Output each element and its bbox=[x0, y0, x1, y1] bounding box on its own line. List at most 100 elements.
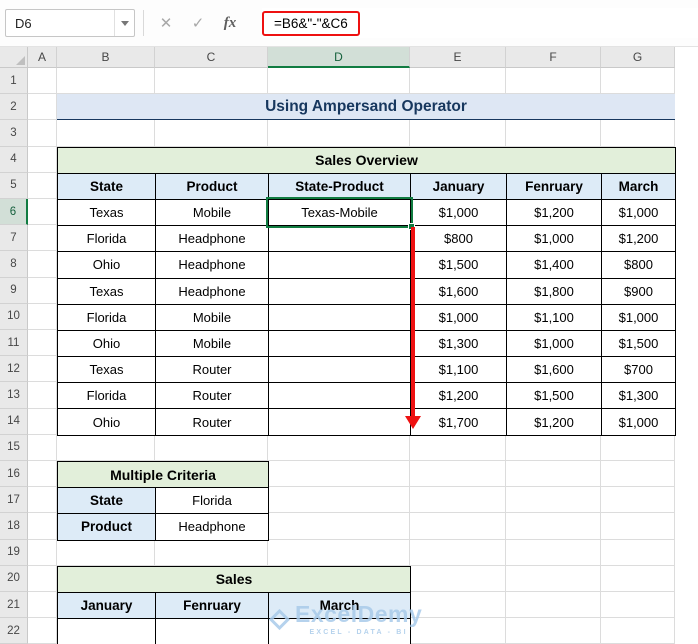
cancel-icon[interactable]: ✕ bbox=[150, 14, 182, 32]
row-header-4[interactable]: 4 bbox=[0, 146, 28, 173]
cell-E21[interactable] bbox=[410, 592, 506, 619]
cell-B17[interactable]: State bbox=[57, 487, 156, 515]
cell-G10[interactable]: $1,000 bbox=[601, 303, 676, 331]
cell-E8[interactable]: $1,500 bbox=[410, 251, 507, 279]
row-header-5[interactable]: 5 bbox=[0, 172, 28, 199]
row-header-1[interactable]: 1 bbox=[0, 68, 28, 95]
cell-D9[interactable] bbox=[268, 277, 411, 305]
cell-G22[interactable] bbox=[601, 618, 675, 644]
cell-G1[interactable] bbox=[601, 68, 675, 95]
cell-F10[interactable]: $1,100 bbox=[506, 303, 602, 331]
cell-E16[interactable] bbox=[410, 461, 506, 488]
cell-C19[interactable] bbox=[155, 539, 268, 566]
cell-C9[interactable]: Headphone bbox=[155, 277, 269, 305]
cell-B11[interactable]: Ohio bbox=[57, 329, 156, 358]
cell-F1[interactable] bbox=[506, 68, 601, 95]
cell-G15[interactable] bbox=[601, 434, 675, 461]
column-header-D[interactable]: D bbox=[268, 47, 410, 68]
cell-G7[interactable]: $1,200 bbox=[601, 225, 676, 253]
cell-E10[interactable]: $1,000 bbox=[410, 303, 507, 331]
cell-B4[interactable]: Sales Overview bbox=[57, 146, 676, 174]
cell-A16[interactable] bbox=[28, 461, 57, 488]
cell-E5[interactable]: January bbox=[410, 172, 507, 200]
row-header-17[interactable]: 17 bbox=[0, 487, 28, 514]
cell-C8[interactable]: Headphone bbox=[155, 251, 269, 279]
cell-B18[interactable]: Product bbox=[57, 513, 156, 541]
cell-F14[interactable]: $1,200 bbox=[506, 408, 602, 436]
cell-G20[interactable] bbox=[601, 565, 675, 592]
cell-C11[interactable]: Mobile bbox=[155, 329, 269, 358]
fill-handle[interactable] bbox=[408, 223, 415, 231]
cell-F3[interactable] bbox=[506, 120, 601, 147]
cell-E18[interactable] bbox=[410, 513, 506, 540]
name-box[interactable]: D6 bbox=[5, 9, 135, 37]
cell-A1[interactable] bbox=[28, 68, 57, 95]
cell-E12[interactable]: $1,100 bbox=[410, 356, 507, 384]
cell-F5[interactable]: Fenruary bbox=[506, 172, 602, 200]
cell-D19[interactable] bbox=[268, 539, 410, 566]
row-header-16[interactable]: 16 bbox=[0, 461, 28, 488]
cell-C14[interactable]: Router bbox=[155, 408, 269, 436]
cell-D8[interactable] bbox=[268, 251, 411, 279]
cell-A18[interactable] bbox=[28, 513, 57, 540]
cell-F6[interactable]: $1,200 bbox=[506, 198, 602, 227]
cell-A12[interactable] bbox=[28, 356, 57, 383]
row-header-8[interactable]: 8 bbox=[0, 251, 28, 278]
cell-F9[interactable]: $1,800 bbox=[506, 277, 602, 305]
cell-D14[interactable] bbox=[268, 408, 411, 436]
cell-A20[interactable] bbox=[28, 565, 57, 592]
insert-function-icon[interactable]: fx bbox=[214, 15, 246, 32]
cell-F15[interactable] bbox=[506, 434, 601, 461]
cell-A21[interactable] bbox=[28, 592, 57, 619]
cell-G18[interactable] bbox=[601, 513, 675, 540]
cell-C18[interactable]: Headphone bbox=[155, 513, 269, 541]
cell-F18[interactable] bbox=[506, 513, 601, 540]
cell-B16[interactable]: Multiple Criteria bbox=[57, 460, 269, 489]
cell-B7[interactable]: Florida bbox=[57, 225, 156, 253]
cell-D6[interactable]: Texas-Mobile bbox=[268, 198, 411, 227]
cell-E9[interactable]: $1,600 bbox=[410, 277, 507, 305]
cell-B15[interactable] bbox=[57, 434, 155, 461]
cell-A19[interactable] bbox=[28, 539, 57, 566]
cell-D17[interactable] bbox=[268, 487, 410, 514]
cell-E3[interactable] bbox=[410, 120, 506, 147]
cell-G8[interactable]: $800 bbox=[601, 251, 676, 279]
cell-F7[interactable]: $1,000 bbox=[506, 225, 602, 253]
cell-D11[interactable] bbox=[268, 329, 411, 358]
enter-icon[interactable]: ✓ bbox=[182, 14, 214, 32]
cell-B10[interactable]: Florida bbox=[57, 303, 156, 331]
cell-C3[interactable] bbox=[155, 120, 268, 147]
cell-A2[interactable] bbox=[28, 94, 57, 121]
cell-A11[interactable] bbox=[28, 330, 57, 357]
cell-D1[interactable] bbox=[268, 68, 410, 95]
row-header-7[interactable]: 7 bbox=[0, 225, 28, 252]
cell-A8[interactable] bbox=[28, 251, 57, 278]
column-header-B[interactable]: B bbox=[57, 47, 155, 68]
cell-E11[interactable]: $1,300 bbox=[410, 329, 507, 358]
cell-D15[interactable] bbox=[268, 434, 410, 461]
cell-C6[interactable]: Mobile bbox=[155, 198, 269, 227]
column-header-F[interactable]: F bbox=[506, 47, 601, 68]
row-header-18[interactable]: 18 bbox=[0, 513, 28, 540]
cell-A7[interactable] bbox=[28, 225, 57, 252]
cell-C12[interactable]: Router bbox=[155, 356, 269, 384]
row-header-12[interactable]: 12 bbox=[0, 356, 28, 383]
cell-B8[interactable]: Ohio bbox=[57, 251, 156, 279]
cell-A22[interactable] bbox=[28, 618, 57, 644]
cell-F21[interactable] bbox=[506, 592, 601, 619]
cell-A17[interactable] bbox=[28, 487, 57, 514]
cell-A10[interactable] bbox=[28, 303, 57, 330]
cell-G11[interactable]: $1,500 bbox=[601, 329, 676, 358]
cell-F13[interactable]: $1,500 bbox=[506, 382, 602, 410]
cell-F16[interactable] bbox=[506, 461, 601, 488]
cell-G9[interactable]: $900 bbox=[601, 277, 676, 305]
cell-B21[interactable]: January bbox=[57, 591, 156, 620]
cell-F11[interactable]: $1,000 bbox=[506, 329, 602, 358]
row-header-2[interactable]: 2 bbox=[0, 94, 28, 121]
column-header-A[interactable]: A bbox=[28, 47, 57, 68]
name-box-dropdown[interactable] bbox=[114, 10, 134, 36]
cell-G13[interactable]: $1,300 bbox=[601, 382, 676, 410]
worksheet-title-banner[interactable]: Using Ampersand Operator bbox=[57, 94, 675, 122]
cell-A15[interactable] bbox=[28, 434, 57, 461]
cell-B3[interactable] bbox=[57, 120, 155, 147]
